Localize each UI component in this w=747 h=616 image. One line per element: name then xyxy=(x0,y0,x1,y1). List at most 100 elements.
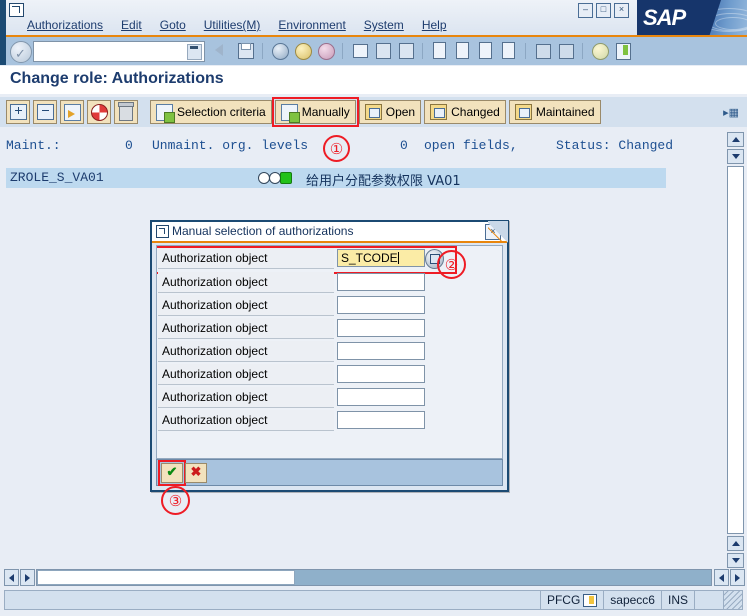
horizontal-scroll-track[interactable] xyxy=(36,569,712,586)
open-button[interactable]: Open xyxy=(358,100,422,124)
delete-button[interactable] xyxy=(114,100,138,124)
unmaint-org-levels-text: Unmaint. org. levels xyxy=(152,138,309,153)
status-insert-mode[interactable]: INS xyxy=(660,591,694,609)
status-spacer xyxy=(694,591,723,609)
auth-object-row-8: Authorization object xyxy=(157,410,502,432)
new-session-icon[interactable] xyxy=(532,40,553,61)
dialog-title: Manual selection of authorizations xyxy=(172,224,354,238)
auth-object-label-7: Authorization object xyxy=(158,387,334,408)
menu-utilities[interactable]: Utilities(M) xyxy=(195,16,270,34)
scroll-right-button-left[interactable] xyxy=(20,569,35,586)
expand-plus-icon xyxy=(9,104,27,120)
auth-object-input-8[interactable] xyxy=(337,411,425,429)
horizontal-scrollbar[interactable] xyxy=(4,569,745,586)
annotation-1: ① xyxy=(323,135,350,162)
scroll-left-icon-right xyxy=(719,573,724,582)
dialog-cancel-button[interactable]: ✖ xyxy=(185,463,207,483)
menu-authorizations[interactable]: Authorizations xyxy=(18,16,112,34)
help-icon[interactable] xyxy=(589,40,610,61)
manually-label: Manually xyxy=(301,105,350,119)
create-shortcut-icon[interactable] xyxy=(555,40,576,61)
auth-object-input-2[interactable] xyxy=(337,273,425,291)
menu-environment[interactable]: Environment xyxy=(269,16,354,34)
resize-grip[interactable] xyxy=(723,591,742,609)
changed-icon xyxy=(430,104,448,120)
open-fields-count: 0 xyxy=(400,138,408,153)
status-transaction[interactable]: PFCG xyxy=(539,591,603,609)
scroll-down-button-top[interactable] xyxy=(727,149,744,164)
save-icon[interactable] xyxy=(235,40,256,61)
next-page-icon[interactable] xyxy=(475,40,496,61)
find-next-icon[interactable] xyxy=(395,40,416,61)
menu-goto[interactable]: Goto xyxy=(151,16,195,34)
scroll-down-button[interactable] xyxy=(727,553,744,568)
menu-system[interactable]: System xyxy=(355,16,413,34)
customize-icon[interactable] xyxy=(612,40,633,61)
annotation-3: ③ xyxy=(161,486,190,515)
role-row[interactable]: ZROLE_S_VA01 给用户分配参数权限 VA01 xyxy=(6,168,666,189)
collapse-minus-icon xyxy=(36,104,54,120)
auth-object-label-4: Authorization object xyxy=(158,318,334,339)
scroll-left-button-right[interactable] xyxy=(714,569,729,586)
back-icon[interactable] xyxy=(212,40,233,61)
maintained-button[interactable]: Maintained xyxy=(508,100,601,124)
vertical-scroll-track[interactable] xyxy=(727,166,744,534)
auth-object-label-2: Authorization object xyxy=(158,272,334,293)
scroll-up-icon xyxy=(731,137,740,142)
auth-object-label-3: Authorization object xyxy=(158,295,334,316)
status-server: sapecc6 xyxy=(603,591,661,609)
open-fields-text: open fields, xyxy=(424,138,518,153)
collapse-all-button[interactable] xyxy=(33,100,57,124)
menu-edit-label: Edit xyxy=(121,18,142,32)
selection-criteria-icon xyxy=(156,103,175,123)
auth-object-input-5[interactable] xyxy=(337,342,425,360)
auth-object-row-3: Authorization object xyxy=(157,295,502,317)
selection-criteria-button[interactable]: Selection criteria xyxy=(150,100,272,124)
menu-items: Authorizations Edit Goto Utilities(M) En… xyxy=(18,16,456,34)
auth-object-label-8: Authorization object xyxy=(158,410,334,431)
scroll-down-icon-top xyxy=(731,154,740,159)
info-line: Maint.: 0 Unmaint. org. levels 0 open fi… xyxy=(0,136,717,158)
horizontal-scroll-thumb[interactable] xyxy=(37,570,295,585)
command-history-icon[interactable] xyxy=(187,44,202,60)
print-icon[interactable] xyxy=(349,40,370,61)
maintained-icon xyxy=(514,104,532,120)
scroll-left-button[interactable] xyxy=(4,569,19,586)
auth-object-input-3[interactable] xyxy=(337,296,425,314)
last-page-icon[interactable] xyxy=(498,40,519,61)
find-icon[interactable] xyxy=(372,40,393,61)
command-input[interactable] xyxy=(33,41,205,62)
previous-page-icon[interactable] xyxy=(452,40,473,61)
menu-goto-label: Goto xyxy=(159,18,186,32)
menu-bar: Authorizations Edit Goto Utilities(M) En… xyxy=(0,16,747,35)
auth-object-input-4[interactable] xyxy=(337,319,425,337)
exit-icon[interactable] xyxy=(269,40,290,61)
manually-button[interactable]: Manually xyxy=(271,97,359,127)
up-icon[interactable] xyxy=(292,40,313,61)
changed-button[interactable]: Changed xyxy=(424,100,506,124)
display-change-button[interactable] xyxy=(60,100,84,124)
menu-help-label: Help xyxy=(421,18,447,32)
status-text: Status: Changed xyxy=(556,138,674,153)
toolbar-separator-2 xyxy=(342,42,343,59)
expand-all-button[interactable] xyxy=(6,100,30,124)
enter-button[interactable]: ✓ xyxy=(10,41,32,63)
session-icon[interactable] xyxy=(9,3,24,17)
auth-object-input-6[interactable] xyxy=(337,365,425,383)
list-options-icon[interactable]: ▸▦ xyxy=(723,106,739,119)
scroll-right-button[interactable] xyxy=(730,569,745,586)
traffic-light-button[interactable] xyxy=(87,100,111,124)
selection-criteria-label: Selection criteria xyxy=(177,105,266,119)
dialog-window-icon xyxy=(156,225,169,238)
menu-help[interactable]: Help xyxy=(413,16,456,34)
session-info-icon[interactable] xyxy=(583,593,598,607)
vertical-scrollbar[interactable] xyxy=(727,132,744,568)
auth-object-input-7[interactable] xyxy=(337,388,425,406)
scroll-up-button[interactable] xyxy=(727,132,744,147)
dialog-confirm-button[interactable]: ✔ xyxy=(158,460,186,486)
first-page-icon[interactable] xyxy=(429,40,450,61)
minimize-icon: – xyxy=(582,4,588,14)
menu-edit[interactable]: Edit xyxy=(112,16,151,34)
cancel-icon[interactable] xyxy=(315,40,336,61)
scroll-up-button-bottom[interactable] xyxy=(727,536,744,551)
